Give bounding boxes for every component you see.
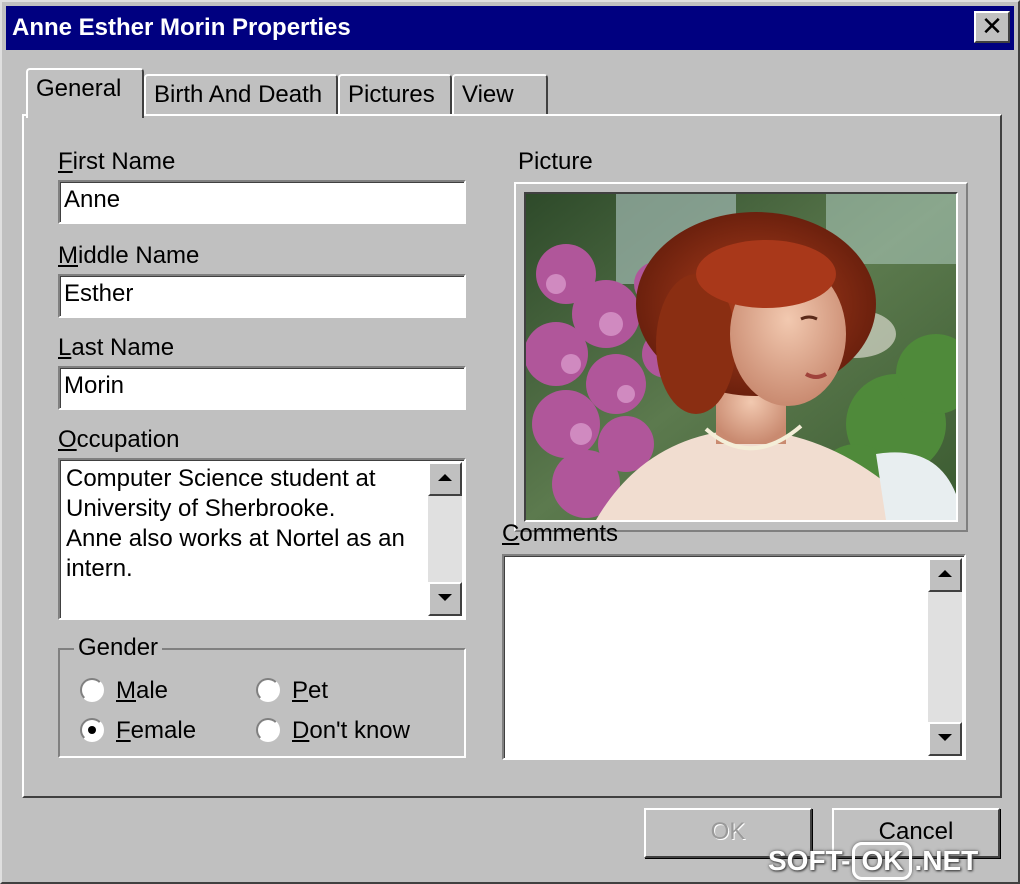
gender-dont-know-radio[interactable]: Don't know (256, 716, 410, 746)
occupation-scrollbar[interactable] (428, 462, 462, 616)
occupation-text: Computer Science student at University o… (66, 465, 405, 582)
gender-pet-radio[interactable]: Pet (256, 676, 328, 706)
tab-view-label: View (462, 81, 514, 108)
scroll-up-button[interactable] (428, 462, 462, 496)
arrow-up-icon (938, 570, 952, 577)
comments-field[interactable] (502, 554, 966, 760)
picture-frame (514, 182, 968, 532)
occupation-field[interactable]: Computer Science student at University o… (58, 458, 466, 620)
properties-dialog: Anne Esther Morin Properties ✕ General B… (0, 0, 1020, 884)
radio-checked-icon (80, 718, 104, 742)
last-name-label: Last Name (58, 334, 175, 361)
arrow-up-icon (438, 474, 452, 481)
picture-label: Picture (518, 148, 593, 175)
general-panel: First Name Anne Middle Name Esther Last … (22, 114, 1002, 798)
arrow-down-icon (438, 594, 452, 601)
comments-scrollbar[interactable] (928, 558, 962, 756)
tab-general-label: General (36, 75, 122, 102)
comments-label: Comments (502, 520, 619, 547)
tab-birth-and-death-label: Birth And Death (154, 81, 323, 108)
person-photo[interactable] (524, 192, 958, 522)
radio-unchecked-icon (256, 718, 280, 742)
tab-pictures-label: Pictures (348, 81, 435, 108)
scroll-down-button[interactable] (428, 582, 462, 616)
arrow-down-icon (938, 734, 952, 741)
last-name-field[interactable]: Morin (58, 366, 466, 410)
watermark-box: OK (852, 842, 913, 880)
scroll-down-button[interactable] (928, 722, 962, 756)
radio-unchecked-icon (256, 678, 280, 702)
watermark-right: .NET (914, 845, 979, 876)
scroll-up-button[interactable] (928, 558, 962, 592)
first-name-label: First Name (58, 148, 176, 175)
gender-male-radio[interactable]: Male (80, 676, 168, 706)
middle-name-label: Middle Name (58, 242, 200, 269)
window-title: Anne Esther Morin Properties (12, 14, 351, 41)
tab-pictures[interactable]: Pictures (338, 74, 452, 116)
portrait-image (526, 194, 956, 520)
close-button[interactable]: ✕ (974, 11, 1010, 43)
tab-view[interactable]: View (452, 74, 548, 116)
occupation-label: Occupation (58, 426, 180, 453)
gender-female-radio[interactable]: Female (80, 716, 196, 746)
radio-unchecked-icon (80, 678, 104, 702)
watermark: SOFT- OK .NET (768, 842, 978, 880)
tab-general[interactable]: General (26, 68, 144, 118)
gender-group: Gender Male Pet Female Don't know (58, 634, 466, 758)
gender-legend: Gender (74, 634, 163, 662)
middle-name-field[interactable]: Esther (58, 274, 466, 318)
watermark-left: SOFT- (768, 845, 851, 876)
tab-birth-and-death[interactable]: Birth And Death (144, 74, 338, 116)
close-icon: ✕ (981, 11, 1003, 41)
first-name-field[interactable]: Anne (58, 180, 466, 224)
title-bar: Anne Esther Morin Properties ✕ (6, 6, 1014, 50)
